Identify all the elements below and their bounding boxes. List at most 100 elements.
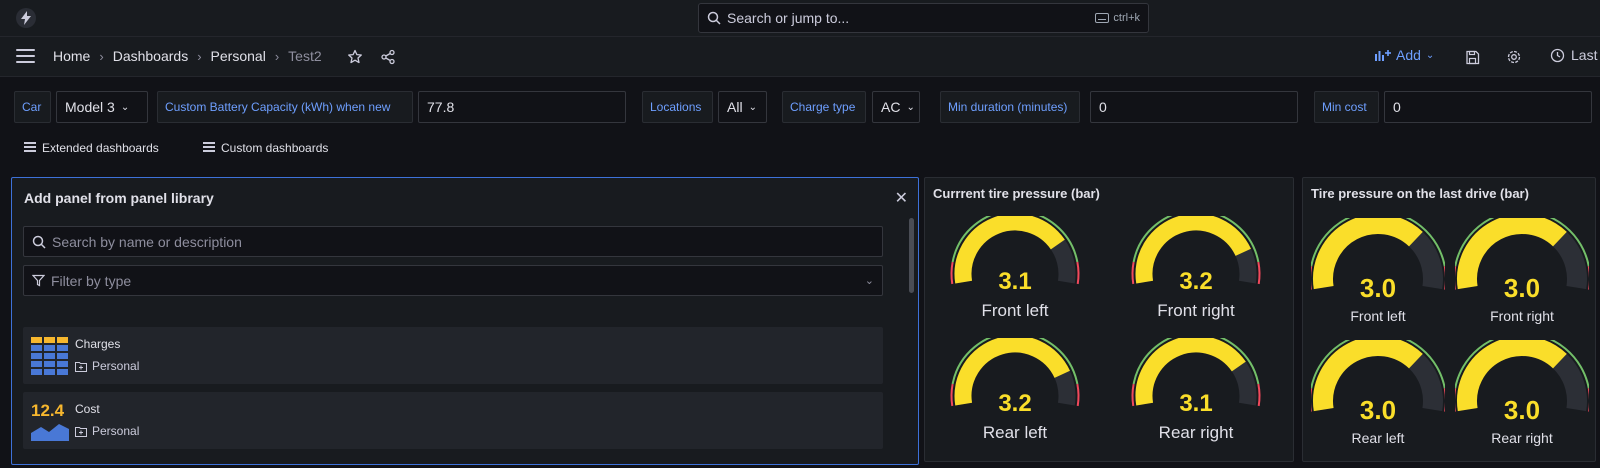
filter-placeholder: Filter by type	[51, 272, 132, 289]
extended-dashboards-label: Extended dashboards	[42, 141, 159, 155]
gauge: 3.0 Rear left	[1309, 332, 1447, 450]
time-range-label: Last	[1571, 47, 1598, 63]
car-value: Model 3	[65, 99, 115, 115]
chevron-down-icon: ⌄	[748, 101, 757, 113]
library-item-cost[interactable]: 12.4 Cost Personal	[23, 392, 883, 449]
star-icon[interactable]	[345, 47, 365, 67]
library-item-name: Cost	[75, 402, 100, 416]
gauge-label: Front right	[1490, 308, 1554, 324]
library-item-folder-name: Personal	[92, 424, 140, 438]
library-item-name: Charges	[75, 337, 121, 351]
breadcrumb-current: Test2	[288, 48, 322, 64]
locations-value: All	[727, 99, 743, 115]
gauge: 3.1 Front left	[945, 209, 1085, 326]
list-icon	[24, 142, 36, 154]
library-search-input[interactable]: Search by name or description	[23, 226, 883, 257]
gauge-value: 3.1	[998, 268, 1032, 295]
add-panel-icon	[1375, 50, 1391, 61]
add-label: Add	[1396, 47, 1421, 63]
add-button[interactable]: Add ⌄	[1375, 47, 1434, 63]
list-icon	[203, 142, 215, 154]
battery-capacity-label: Custom Battery Capacity (kWh) when new	[157, 91, 413, 123]
shortcut-text: ctrl+k	[1113, 12, 1140, 24]
time-range-picker[interactable]: Last	[1550, 47, 1597, 63]
gauge: 3.1 Rear right	[1126, 331, 1266, 448]
breadcrumb-separator-icon: ›	[197, 48, 202, 64]
gauge-value: 3.0	[1359, 273, 1397, 303]
grafana-logo-icon[interactable]	[16, 8, 36, 28]
search-icon	[707, 11, 721, 25]
gauge-label: Rear left	[1351, 430, 1405, 446]
menu-icon[interactable]	[16, 49, 35, 65]
search-placeholder: Search or jump to...	[727, 10, 850, 26]
gauge-label: Rear left	[982, 423, 1048, 442]
gauge-label: Front right	[1157, 301, 1235, 320]
breadcrumb: Home › Dashboards › Personal › Test2	[53, 48, 322, 64]
min-cost-input[interactable]: 0	[1384, 91, 1592, 123]
scrollbar[interactable]	[909, 218, 914, 293]
custom-dashboards-label: Custom dashboards	[221, 141, 329, 155]
library-search-placeholder: Search by name or description	[52, 233, 242, 250]
gauge: 3.0 Rear right	[1453, 332, 1591, 450]
gear-icon[interactable]	[1504, 47, 1524, 67]
save-icon[interactable]	[1462, 47, 1482, 67]
car-variable-select[interactable]: Model 3 ⌄	[56, 91, 148, 123]
extended-dashboards-link[interactable]: Extended dashboards	[24, 141, 159, 155]
clock-icon	[1550, 48, 1565, 62]
panel-library-picker: Add panel from panel library ✕ Search by…	[11, 177, 919, 465]
min-duration-input[interactable]: 0	[1090, 91, 1298, 123]
locations-variable-select[interactable]: All ⌄	[718, 91, 767, 123]
library-item-folder-name: Personal	[92, 359, 140, 373]
panel-title: Currrent tire pressure (bar)	[933, 186, 1100, 201]
top-bar: Search or jump to... ctrl+k	[0, 0, 1600, 37]
gauge-label: Rear right	[1158, 423, 1234, 442]
battery-capacity-input[interactable]: 77.8	[418, 91, 626, 123]
share-icon[interactable]	[378, 47, 398, 67]
last-drive-tire-pressure-panel: Tire pressure on the last drive (bar) 3.…	[1302, 177, 1596, 462]
breadcrumb-home[interactable]: Home	[53, 48, 90, 64]
breadcrumb-dashboards[interactable]: Dashboards	[113, 48, 189, 64]
folder-icon	[75, 361, 87, 372]
library-item-folder: Personal	[75, 424, 139, 438]
close-icon[interactable]: ✕	[895, 188, 908, 208]
current-tire-pressure-panel: Currrent tire pressure (bar) 3.1 Front le…	[924, 177, 1294, 462]
gauge: 3.2 Front right	[1126, 209, 1266, 326]
gauge-value: 3.2	[1179, 268, 1213, 295]
gauge-label: Front left	[1350, 308, 1406, 324]
gauge-value: 3.0	[1359, 395, 1397, 425]
chevron-down-icon: ⌄	[1425, 49, 1435, 61]
charge-type-select[interactable]: AC ⌄	[872, 91, 920, 123]
library-title: Add panel from panel library	[24, 190, 214, 206]
gauge-label: Front left	[981, 301, 1049, 320]
global-search-input[interactable]: Search or jump to... ctrl+k	[698, 3, 1149, 33]
min-duration-label: Min duration (minutes)	[940, 91, 1080, 123]
table-icon	[31, 337, 68, 375]
locations-variable-label: Locations	[642, 91, 713, 123]
filter-by-type-select[interactable]: Filter by type ⌄	[23, 265, 883, 296]
keyboard-icon	[1095, 13, 1110, 23]
chevron-down-icon: ⌄	[906, 101, 915, 113]
stat-preview: 12.4	[31, 401, 65, 420]
library-item-charges[interactable]: Charges Personal	[23, 327, 883, 384]
gauge: 3.0 Front left	[1309, 210, 1447, 328]
filter-icon	[32, 274, 45, 287]
breadcrumb-separator-icon: ›	[274, 48, 280, 64]
car-variable-label: Car	[14, 91, 51, 123]
keyboard-shortcut: ctrl+k	[1095, 12, 1140, 24]
gauge: 3.0 Front right	[1453, 210, 1591, 328]
gauge: 3.2 Rear left	[945, 331, 1085, 448]
gauge-value: 3.0	[1503, 273, 1541, 303]
chevron-down-icon: ⌄	[120, 101, 130, 113]
gauge-value: 3.2	[998, 390, 1032, 417]
folder-icon	[75, 426, 87, 437]
custom-dashboards-link[interactable]: Custom dashboards	[203, 141, 328, 155]
library-item-folder: Personal	[75, 359, 139, 373]
breadcrumb-separator-icon: ›	[99, 48, 104, 64]
gauge-label: Rear right	[1491, 430, 1553, 446]
panel-title: Tire pressure on the last drive (bar)	[1311, 186, 1529, 201]
chevron-down-icon: ⌄	[864, 275, 874, 287]
breadcrumb-personal[interactable]: Personal	[211, 48, 266, 64]
stat-icon	[31, 424, 69, 441]
nav-bar: Home › Dashboards › Personal › Test2 Add…	[0, 37, 1600, 77]
charge-type-label: Charge type	[782, 91, 866, 123]
